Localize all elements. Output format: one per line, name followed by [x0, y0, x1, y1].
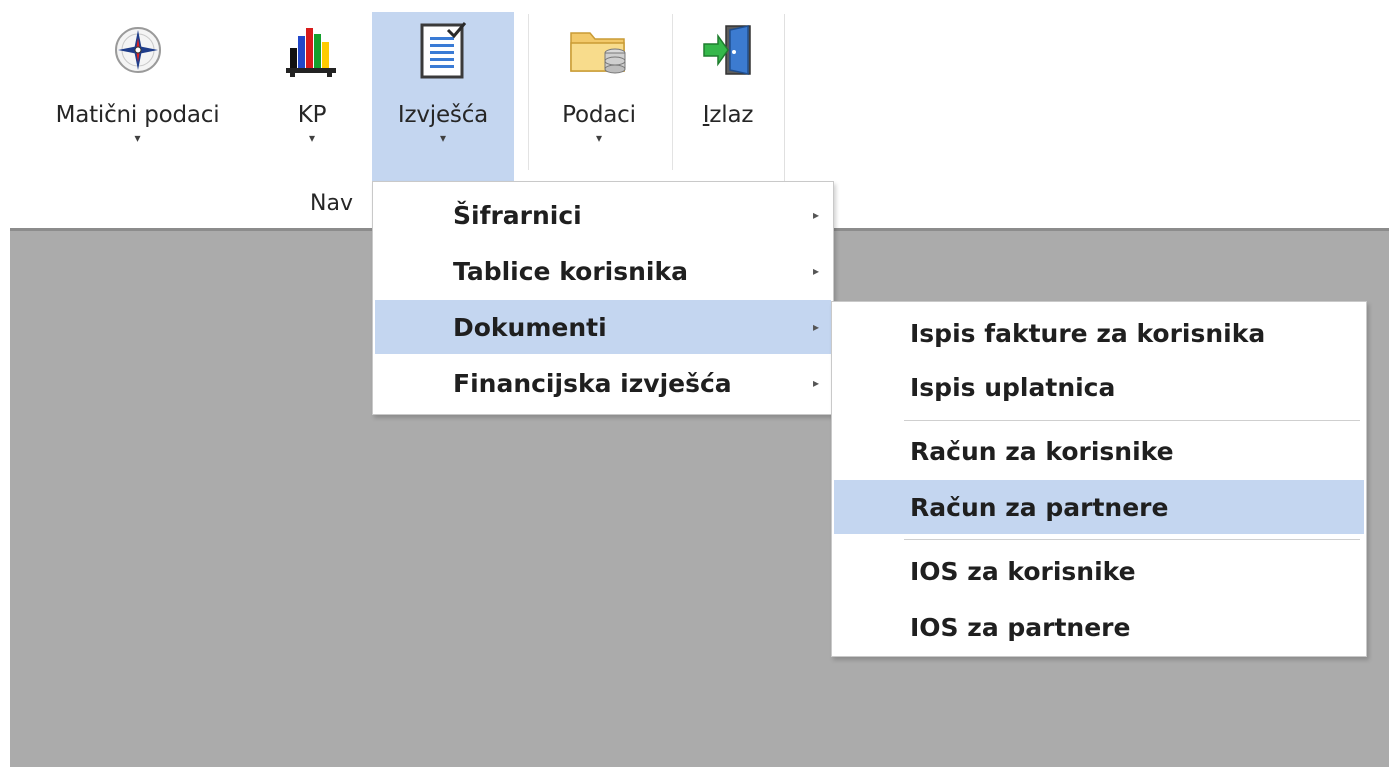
menu-item-label: Ispis uplatnica	[910, 372, 1116, 402]
menu-item-ispis-uplatnica[interactable]: Ispis uplatnica	[834, 360, 1364, 414]
izvjesca-label: Izvješća	[397, 102, 489, 128]
ribbon-separator	[672, 14, 673, 170]
menu-item-label: Ispis fakture za korisnika	[910, 318, 1266, 348]
maticni-podaci-button[interactable]: Matični podaci ▾	[30, 12, 245, 180]
izvjesca-menu: Šifrarnici ▸ Tablice korisnika ▸ Dokumen…	[372, 181, 834, 415]
izvjesca-button[interactable]: Izvješća ▾	[372, 12, 514, 182]
izlaz-label-rest: zlaz	[709, 102, 754, 128]
bar-chart-icon	[280, 18, 344, 82]
exit-door-icon	[696, 18, 760, 82]
menu-item-ispis-fakture[interactable]: Ispis fakture za korisnika	[834, 306, 1364, 360]
menu-item-financijska-izvjesca[interactable]: Financijska izvješća ▸	[375, 356, 831, 410]
chevron-down-icon: ▾	[595, 131, 603, 145]
menu-item-label: Račun za partnere	[910, 492, 1169, 522]
chevron-down-icon: ▾	[308, 131, 316, 145]
chevron-down-icon: ▾	[134, 131, 141, 145]
menu-item-label: IOS za korisnike	[910, 556, 1136, 586]
podaci-label: Podaci	[562, 102, 636, 128]
kp-label: KP	[297, 102, 327, 128]
menu-separator	[904, 420, 1360, 421]
izlaz-label: Izlaz	[703, 102, 754, 128]
menu-separator	[904, 539, 1360, 540]
menu-item-racun-korisnici[interactable]: Račun za korisnike	[834, 424, 1364, 478]
ribbon-group-label: Nav	[310, 191, 353, 216]
submenu-arrow-icon: ▸	[812, 208, 819, 222]
menu-item-label: Dokumenti	[453, 312, 607, 342]
ribbon-separator	[528, 14, 529, 170]
menu-item-ios-korisnici[interactable]: IOS za korisnike	[834, 544, 1364, 598]
menu-item-ios-partneri[interactable]: IOS za partnere	[834, 600, 1364, 654]
podaci-button[interactable]: Podaci ▾	[538, 12, 660, 180]
menu-item-tablice-korisnika[interactable]: Tablice korisnika ▸	[375, 244, 831, 298]
menu-item-label: Račun za korisnike	[910, 436, 1174, 466]
folder-database-icon	[567, 18, 631, 82]
kp-button[interactable]: KP ▾	[262, 12, 362, 180]
submenu-arrow-icon: ▸	[812, 376, 819, 390]
menu-item-label: Financijska izvješća	[453, 368, 732, 398]
menu-item-label: Šifrarnici	[453, 200, 582, 230]
izlaz-button[interactable]: Izlaz	[682, 12, 774, 180]
submenu-arrow-icon: ▸	[812, 264, 819, 278]
menu-item-label: Tablice korisnika	[453, 256, 688, 286]
menu-item-sifrarnici[interactable]: Šifrarnici ▸	[375, 188, 831, 242]
maticni-podaci-label: Matični podaci	[55, 102, 220, 128]
menu-item-racun-partneri[interactable]: Račun za partnere	[834, 480, 1364, 534]
menu-item-label: IOS za partnere	[910, 612, 1131, 642]
dokumenti-submenu: Ispis fakture za korisnika Ispis uplatni…	[831, 301, 1367, 657]
compass-icon	[106, 18, 170, 82]
report-checklist-icon	[411, 18, 475, 82]
chevron-down-icon: ▾	[439, 131, 447, 145]
menu-item-dokumenti[interactable]: Dokumenti ▸	[375, 300, 831, 354]
submenu-arrow-icon: ▸	[812, 320, 819, 334]
